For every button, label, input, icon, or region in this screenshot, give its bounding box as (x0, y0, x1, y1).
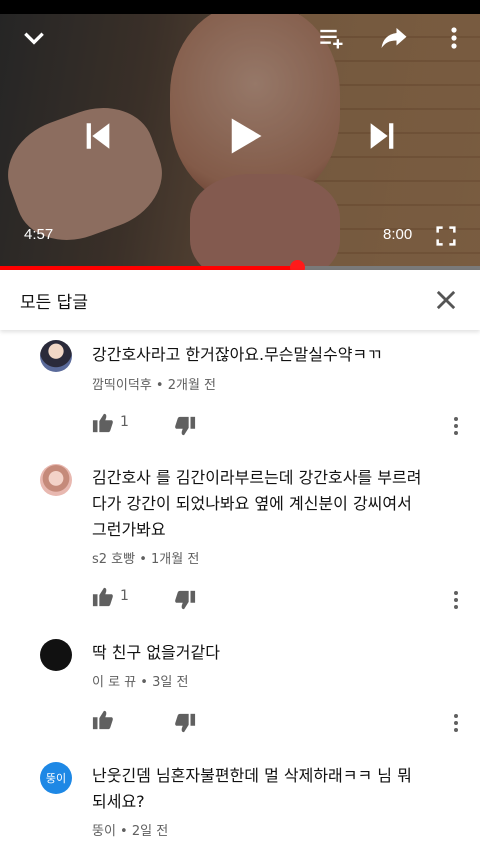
collapse-chevron-icon[interactable] (16, 20, 52, 56)
previous-icon[interactable] (76, 114, 120, 158)
share-icon[interactable] (374, 18, 414, 58)
like-icon[interactable] (92, 412, 114, 434)
avatar[interactable] (40, 639, 72, 671)
add-to-playlist-icon[interactable] (314, 20, 350, 56)
comment-meta: 뚱이 • 2일 전 (92, 824, 169, 839)
comment-meta: 이 로 뀨 • 3일 전 (92, 675, 189, 690)
comment-text: 딱 친구 없을거같다 (92, 643, 220, 662)
like-icon[interactable] (92, 586, 114, 608)
comment-meta: 깜띡이덕후 • 2개월 전 (92, 378, 217, 393)
comment-meta: s2 호빵 • 1개월 전 (92, 552, 200, 567)
replies-header: 모든 답글 (0, 270, 480, 330)
next-icon[interactable] (360, 114, 404, 158)
dislike-icon[interactable] (174, 589, 196, 611)
comment-text: 강간호사라고 한거잖아요.무슨말실수약ㅋㄲ (92, 345, 382, 364)
play-icon[interactable] (218, 108, 270, 164)
like-count: 1 (120, 588, 129, 604)
avatar[interactable] (40, 340, 72, 372)
comment-menu-icon[interactable] (444, 414, 468, 438)
comment-text: 난웃긴뎀 님혼자불편한데 멀 삭제하래ㅋㅋ 님 뭐 되세요? (92, 766, 412, 811)
duration: 8:00 (383, 226, 413, 243)
close-icon[interactable] (432, 286, 460, 314)
panel-title: 모든 답글 (20, 293, 88, 313)
comment-menu-icon[interactable] (444, 711, 468, 735)
fullscreen-icon[interactable] (432, 222, 460, 250)
avatar-initials: 뚱이 (45, 772, 67, 785)
comment-text: 김간호사 를 김간이라부르는데 강간호사를 부르려다가 강간이 되었나봐요 옆에… (92, 468, 422, 539)
avatar[interactable] (40, 464, 72, 496)
more-options-icon[interactable] (440, 20, 468, 56)
current-time: 4:57 (24, 226, 54, 243)
dislike-icon[interactable] (174, 712, 196, 734)
dislike-icon[interactable] (174, 415, 196, 437)
like-icon[interactable] (92, 709, 114, 731)
avatar[interactable]: 뚱이 (40, 762, 72, 794)
like-count: 1 (120, 414, 129, 430)
comment-menu-icon[interactable] (444, 588, 468, 612)
video-player[interactable]: 4:57 8:00 (0, 14, 480, 266)
status-bar (0, 0, 480, 14)
